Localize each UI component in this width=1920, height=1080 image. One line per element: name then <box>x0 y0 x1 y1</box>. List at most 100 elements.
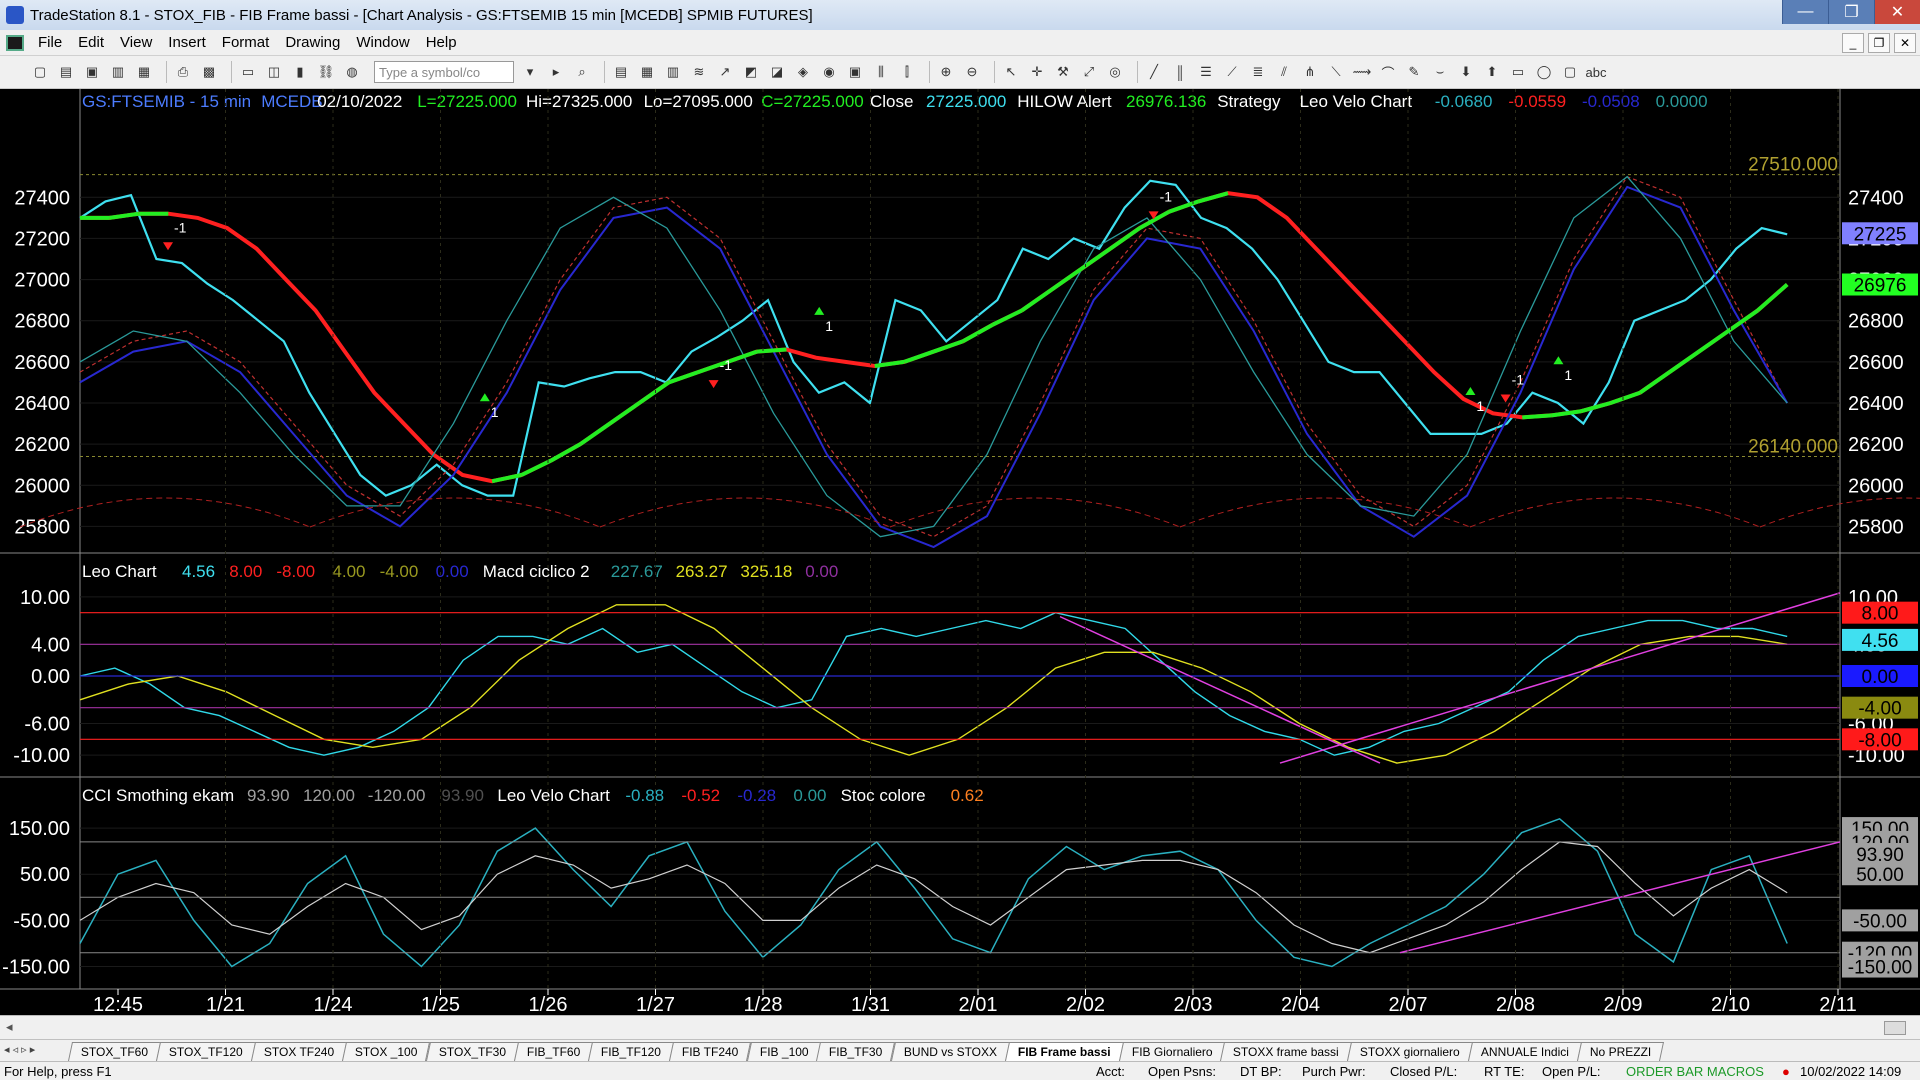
optionstation-icon[interactable]: ↗ <box>715 62 735 82</box>
tab-no-prezzi[interactable]: No PREZZI <box>1576 1042 1665 1061</box>
text-icon[interactable]: abc <box>1586 62 1607 82</box>
tab-stox-tf60[interactable]: STOX_TF60 <box>67 1042 162 1061</box>
chart-canvas[interactable]: 2740027400272002720027000270002680026800… <box>0 89 1920 1015</box>
regression-icon[interactable]: ⟍ <box>1326 62 1346 82</box>
curve-icon[interactable]: ⌣ <box>1430 62 1450 82</box>
camera-icon[interactable]: ◎ <box>1105 62 1125 82</box>
matrix-icon[interactable]: ▥ <box>663 62 683 82</box>
pointer-icon[interactable]: ↖ <box>1001 62 1021 82</box>
minimize-button[interactable]: — <box>1782 0 1828 24</box>
menu-insert[interactable]: Insert <box>160 34 214 51</box>
chart-analysis-window[interactable]: 2740027400272002720027000270002680026800… <box>0 89 1920 1015</box>
andrews-pitchfork-icon[interactable]: ⋔ <box>1300 62 1320 82</box>
menu-format[interactable]: Format <box>214 34 278 51</box>
menu-edit[interactable]: Edit <box>70 34 112 51</box>
expand-icon[interactable]: ⤢ <box>1079 62 1099 82</box>
menu-view[interactable]: View <box>112 34 160 51</box>
pencil-icon[interactable]: ✎ <box>1404 62 1424 82</box>
crosshair-icon[interactable]: ✛ <box>1027 62 1047 82</box>
folder-icon[interactable]: ▦ <box>134 62 154 82</box>
indicator-icon[interactable]: ◈ <box>793 62 813 82</box>
strategy-icon[interactable]: ◩ <box>741 62 761 82</box>
find-icon[interactable]: ⌕ <box>572 62 592 82</box>
print-icon[interactable]: ⎙ <box>173 62 193 82</box>
tab-stox-tf30[interactable]: STOX_TF30 <box>425 1042 519 1061</box>
gann-fan-icon[interactable]: ⟋ <box>1222 62 1242 82</box>
mdi-minimize-icon[interactable]: _ <box>1842 33 1864 53</box>
symbol-input[interactable]: Type a symbol/co <box>374 61 514 83</box>
status-macros[interactable]: ORDER BAR MACROS <box>1626 1064 1764 1079</box>
tab-stox-100[interactable]: STOX _100 <box>342 1042 431 1061</box>
workspace-icon[interactable]: ▥ <box>108 62 128 82</box>
trendline-icon[interactable]: ╱ <box>1144 62 1164 82</box>
tab-stox-tf240[interactable]: STOX TF240 <box>250 1042 348 1061</box>
vertical-lines-icon[interactable]: ║ <box>1170 62 1190 82</box>
status-open-pl: Open P/L: <box>1542 1064 1601 1079</box>
zoom-out-icon[interactable]: ⊖ <box>962 62 982 82</box>
tab-fib-tf120[interactable]: FIB_TF120 <box>588 1042 675 1061</box>
save-icon[interactable]: ▣ <box>82 62 102 82</box>
zoom-in-icon[interactable]: ⊕ <box>936 62 956 82</box>
channel-icon[interactable]: ⫽ <box>1274 62 1294 82</box>
scanner-icon[interactable]: ≋ <box>689 62 709 82</box>
y-tick-left: 27200 <box>14 228 70 250</box>
tab-navigation-icons[interactable]: ◂ ◃ ▹ ▸ <box>4 1043 35 1056</box>
header-cci-value: -120.00 <box>368 786 426 805</box>
menu-file[interactable]: File <box>30 34 70 51</box>
price-badge-label: -4.00 <box>1858 699 1901 720</box>
tab-annuale-indici[interactable]: ANNUALE Indici <box>1467 1042 1583 1061</box>
header-close-label: Close <box>870 92 913 111</box>
mdi-close-icon[interactable]: ✕ <box>1894 33 1916 53</box>
fib-icon[interactable]: ≣ <box>1248 62 1268 82</box>
lock-icon[interactable]: ▮ <box>290 62 310 82</box>
scroll-left-icon[interactable]: ◂ <box>6 1019 13 1035</box>
horizontal-line-icon[interactable]: ☰ <box>1196 62 1216 82</box>
cascade-icon[interactable]: ◫ <box>264 62 284 82</box>
tab-stoxx-frame-bassi[interactable]: STOXX frame bassi <box>1220 1042 1353 1061</box>
chart-analysis-icon[interactable]: ▤ <box>611 62 631 82</box>
square-icon[interactable]: ▢ <box>1560 62 1580 82</box>
dropdown-arrow-icon[interactable]: ▾ <box>520 62 540 82</box>
format-icon[interactable]: ◪ <box>767 62 787 82</box>
menu-help[interactable]: Help <box>418 34 465 51</box>
link-icon[interactable]: ⛓ <box>316 62 336 82</box>
tab-fib-tf30[interactable]: FIB_TF30 <box>816 1042 896 1061</box>
tab-fib-100[interactable]: FIB _100 <box>746 1042 822 1061</box>
speedline-icon[interactable]: ⟿ <box>1352 62 1372 82</box>
data-window-icon[interactable]: ▣ <box>845 62 865 82</box>
mdi-restore-icon[interactable]: ❐ <box>1868 33 1890 53</box>
bar-chart-icon[interactable]: ⫼ <box>871 62 891 82</box>
maximize-button[interactable]: ❐ <box>1828 0 1874 24</box>
open-icon[interactable]: ▤ <box>56 62 76 82</box>
candle-icon[interactable]: ⫿ <box>897 62 917 82</box>
menu-window[interactable]: Window <box>348 34 417 51</box>
header-close-eq: C=27225.000 <box>761 92 864 111</box>
tools-icon[interactable]: ⚒ <box>1053 62 1073 82</box>
globe-icon[interactable]: ◍ <box>342 62 362 82</box>
arrow-down-icon[interactable]: ⬇ <box>1456 62 1476 82</box>
tab-fib-giornaliero[interactable]: FIB Giornaliero <box>1118 1042 1226 1061</box>
menu-drawing[interactable]: Drawing <box>277 34 348 51</box>
go-arrow-icon[interactable]: ▸ <box>546 62 566 82</box>
tab-stoxx-giornaliero[interactable]: STOXX giornaliero <box>1347 1042 1473 1061</box>
chart-document-icon[interactable] <box>6 34 24 51</box>
ellipse-icon[interactable]: ◯ <box>1534 62 1554 82</box>
tab-stox-tf120[interactable]: STOX_TF120 <box>156 1042 256 1061</box>
arc-icon[interactable]: ⌒ <box>1378 62 1398 82</box>
horizontal-scrollbar[interactable]: ◂ <box>0 1015 1920 1039</box>
tab-label: FIB_TF120 <box>601 1045 662 1059</box>
new-icon[interactable]: ▢ <box>30 62 50 82</box>
scroll-thumb[interactable] <box>1884 1021 1906 1035</box>
rectangle-icon[interactable]: ▭ <box>1508 62 1528 82</box>
header-leo-velo-value: -0.52 <box>681 786 720 805</box>
arrow-up-icon[interactable]: ⬆ <box>1482 62 1502 82</box>
tab-fib-tf60[interactable]: FIB_TF60 <box>513 1042 594 1061</box>
close-button[interactable]: ✕ <box>1874 0 1920 24</box>
print-preview-icon[interactable]: ▩ <box>199 62 219 82</box>
tab-fib-frame-bassi[interactable]: FIB Frame bassi <box>1004 1042 1124 1061</box>
alert-icon[interactable]: ◉ <box>819 62 839 82</box>
radar-screen-icon[interactable]: ▦ <box>637 62 657 82</box>
tab-bund-vs-stoxx[interactable]: BUND vs STOXX <box>890 1042 1010 1061</box>
window-icon[interactable]: ▭ <box>238 62 258 82</box>
tab-fib-tf240[interactable]: FIB TF240 <box>669 1042 752 1061</box>
